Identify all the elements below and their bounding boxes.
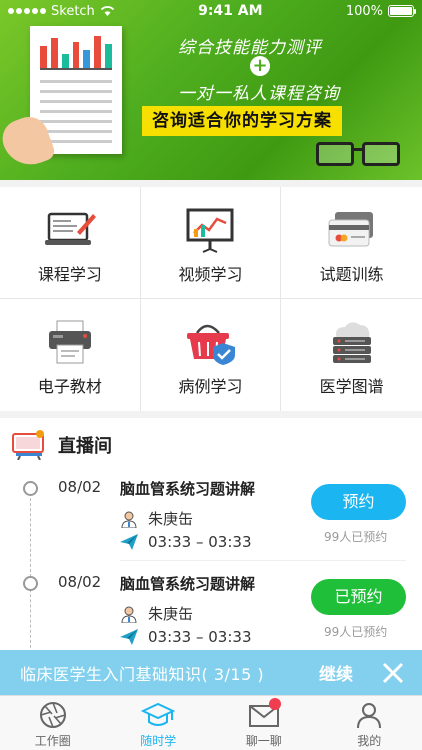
live-title-text: 脑血管系统习题讲解 bbox=[120, 480, 256, 498]
graduation-cap-icon bbox=[141, 702, 176, 726]
menu-label: 电子教材 bbox=[37, 377, 102, 396]
aperture-icon bbox=[39, 702, 66, 728]
notification-badge bbox=[269, 698, 281, 710]
banner-plus-icon: + bbox=[250, 56, 270, 76]
menu-item-ebook[interactable]: 电子教材 bbox=[0, 299, 141, 411]
battery-percent: 100% bbox=[345, 3, 383, 19]
id-card-icon bbox=[325, 207, 379, 253]
live-time: 03:33 – 03:33 bbox=[148, 628, 252, 646]
continue-learning-bar[interactable]: 临床医学生入门基础知识( 3/15 ) 继续 bbox=[0, 650, 422, 695]
reservation-count: 99人已预约 bbox=[324, 530, 388, 544]
tab-label: 我的 bbox=[357, 734, 382, 748]
signal-icon bbox=[8, 8, 46, 14]
teacher-name: 朱庚缶 bbox=[148, 605, 194, 623]
status-time: 9:41 AM bbox=[198, 3, 263, 19]
reservation-count: 99人已预约 bbox=[324, 625, 388, 639]
status-bar: Sketch 9:41 AM 100% bbox=[0, 0, 422, 22]
carrier-name: Sketch bbox=[51, 3, 95, 19]
menu-item-case[interactable]: 病例学习 bbox=[141, 299, 282, 411]
menu-item-course[interactable]: 课程学习 bbox=[0, 187, 141, 299]
live-header: 直播间 bbox=[12, 430, 112, 460]
timeline-dot bbox=[23, 481, 38, 496]
menu-label: 病例学习 bbox=[178, 377, 243, 396]
paper-plane-icon bbox=[120, 534, 138, 550]
promo-banner[interactable]: 综合技能能力测评 + 一对一私人课程咨询 咨询适合你的学习方案 bbox=[0, 0, 422, 180]
menu-item-exercise[interactable]: 试题训练 bbox=[281, 187, 422, 299]
reserve-button[interactable]: 预约 bbox=[311, 484, 406, 520]
continue-button[interactable]: 继续 bbox=[319, 660, 353, 685]
tab-label: 工作圈 bbox=[34, 734, 71, 748]
live-date: 08/02 bbox=[58, 573, 102, 591]
tab-label: 随时学 bbox=[140, 734, 177, 748]
live-title: 直播间 bbox=[58, 436, 112, 457]
continue-course-text: 临床医学生入门基础知识( 3/15 ) bbox=[20, 664, 265, 684]
tab-bar: 工作圈 随时学 聊一聊 我的 bbox=[0, 695, 422, 750]
tab-anytime-learn[interactable]: 随时学 bbox=[106, 696, 212, 750]
tab-chat[interactable]: 聊一聊 bbox=[211, 696, 317, 750]
feature-menu: 课程学习 视频学习 试题训练 电子教材 病例学习 医学图谱 bbox=[0, 187, 422, 411]
menu-label: 试题训练 bbox=[319, 265, 384, 284]
basket-shield-icon bbox=[183, 319, 237, 365]
live-date: 08/02 bbox=[58, 478, 102, 496]
live-monitor-icon bbox=[12, 430, 44, 460]
tab-label: 聊一聊 bbox=[245, 734, 282, 748]
tab-me[interactable]: 我的 bbox=[317, 696, 422, 750]
banner-cta[interactable]: 咨询适合你的学习方案 bbox=[142, 106, 342, 136]
live-title-text: 脑血管系统习题讲解 bbox=[120, 575, 256, 593]
teacher-name: 朱庚缶 bbox=[148, 510, 194, 528]
live-section: 直播间 08/02 脑血管系统习题讲解 朱庚缶 03:33 – 03:33 预约… bbox=[0, 418, 422, 650]
presentation-board-icon bbox=[183, 207, 237, 253]
live-item[interactable]: 08/02 脑血管系统习题讲解 朱庚缶 03:33 – 03:33 已预约 99… bbox=[0, 573, 422, 650]
live-time: 03:33 – 03:33 bbox=[148, 533, 252, 551]
wifi-icon bbox=[100, 6, 114, 16]
menu-label: 医学图谱 bbox=[319, 377, 384, 396]
glasses-illustration bbox=[316, 138, 402, 168]
printer-icon bbox=[43, 319, 97, 365]
tab-work-circle[interactable]: 工作圈 bbox=[0, 696, 106, 750]
menu-label: 课程学习 bbox=[37, 265, 102, 284]
timeline-dot bbox=[23, 576, 38, 591]
live-item[interactable]: 08/02 脑血管系统习题讲解 朱庚缶 03:33 – 03:33 预约 99人… bbox=[0, 478, 422, 566]
menu-label: 视频学习 bbox=[178, 265, 243, 284]
banner-headline-2: 一对一私人课程咨询 bbox=[178, 84, 340, 104]
menu-item-atlas[interactable]: 医学图谱 bbox=[281, 299, 422, 411]
close-icon[interactable] bbox=[378, 658, 408, 688]
laptop-pen-icon bbox=[43, 207, 97, 253]
reserved-button[interactable]: 已预约 bbox=[311, 579, 406, 615]
banner-headline-1: 综合技能能力测评 bbox=[178, 38, 322, 58]
cloud-server-icon bbox=[325, 319, 379, 365]
battery-icon bbox=[387, 5, 416, 17]
paper-plane-icon bbox=[120, 629, 138, 645]
doctor-avatar-icon bbox=[121, 606, 137, 623]
doctor-avatar-icon bbox=[121, 511, 137, 528]
person-icon bbox=[357, 703, 382, 729]
menu-item-video[interactable]: 视频学习 bbox=[140, 187, 282, 299]
